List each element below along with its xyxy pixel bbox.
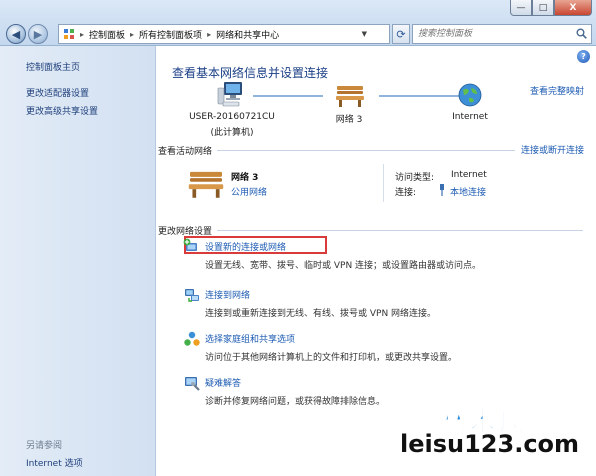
- title-bar: — □ X ◀ ▶ ▸ 控制面板 ▸ 所有控制面板项 ▸ 网络和共享中心 ▼ ⟳: [0, 0, 596, 46]
- window-controls: — □ X: [510, 0, 592, 16]
- refresh-button[interactable]: ⟳: [392, 24, 410, 44]
- forward-button[interactable]: ▶: [28, 24, 48, 44]
- address-dropdown-icon[interactable]: ▼: [362, 30, 367, 38]
- access-type-value: Internet: [451, 170, 487, 180]
- map-network-name: 网络 3: [335, 115, 363, 125]
- sidebar-item-internet-options[interactable]: Internet 选项: [26, 456, 83, 469]
- access-type-label: 访问类型:: [395, 173, 435, 183]
- computer-icon: [217, 80, 245, 111]
- task-new-connection: 设置新的连接或网络 设置无线、宽带、拨号、临时或 VPN 连接；或设置路由器或访…: [183, 238, 583, 274]
- connect-disconnect-link[interactable]: 连接或断开连接: [521, 143, 584, 156]
- lan-connection-link[interactable]: 本地连接: [450, 185, 486, 198]
- homegroup-icon: [183, 330, 201, 348]
- help-icon[interactable]: ?: [577, 50, 590, 63]
- sidebar-item-adapter-settings[interactable]: 更改适配器设置: [26, 86, 89, 99]
- back-button[interactable]: ◀: [6, 24, 26, 44]
- maximize-button[interactable]: □: [532, 0, 554, 16]
- map-connection-line: [379, 95, 459, 97]
- troubleshoot-icon: [183, 374, 201, 392]
- task-homegroup: 选择家庭组和共享选项 访问位于其他网络计算机上的文件和打印机，或更改共享设置。: [183, 330, 583, 366]
- sidebar-item-advanced-sharing[interactable]: 更改高级共享设置: [26, 104, 98, 117]
- back-arrow-icon: ◀: [11, 27, 21, 41]
- task-description: 诊断并修复网络问题，或获得故障排除信息。: [205, 397, 386, 407]
- breadcrumb-separator: ▸: [80, 29, 85, 39]
- lan-connection-icon: [437, 184, 447, 199]
- setup-new-connection-link[interactable]: 设置新的连接或网络: [205, 240, 286, 253]
- task-connect-network: 连接到网络 连接到或重新连接到无线、有线、拨号或 VPN 网络连接。: [183, 286, 583, 322]
- search-input[interactable]: [413, 25, 569, 43]
- page-title: 查看基本网络信息并设置连接: [172, 66, 329, 80]
- troubleshoot-link[interactable]: 疑难解答: [205, 376, 241, 389]
- breadcrumb-separator: ▸: [207, 29, 212, 39]
- watermark: 雨林木风 leisu123.com: [396, 398, 596, 476]
- breadcrumb-all-items[interactable]: 所有控制面板项: [139, 28, 202, 41]
- network-type-link[interactable]: 公用网络: [231, 185, 267, 198]
- connections-label: 连接:: [395, 188, 417, 198]
- section-divider: [217, 230, 583, 231]
- section-divider: [217, 150, 515, 151]
- homegroup-sharing-link[interactable]: 选择家庭组和共享选项: [205, 332, 295, 345]
- control-panel-icon: [63, 28, 75, 40]
- see-also-label: 另请参阅: [26, 441, 63, 451]
- sidebar: 控制面板主页 更改适配器设置 更改高级共享设置 另请参阅 Internet 选项: [0, 46, 156, 476]
- active-network-name: 网络 3: [231, 173, 259, 183]
- refresh-icon: ⟳: [396, 27, 406, 41]
- computer-name: USER-20160721CU: [189, 112, 275, 122]
- watermark-url: leisu123.com: [400, 430, 580, 458]
- forward-arrow-icon: ▶: [33, 27, 43, 41]
- internet-globe-icon: [457, 82, 483, 111]
- vertical-divider: [383, 164, 384, 202]
- task-description: 设置无线、宽带、拨号、临时或 VPN 连接；或设置路由器或访问点。: [205, 261, 482, 271]
- view-full-map-link[interactable]: 查看完整映射: [530, 84, 584, 97]
- map-connection-line: [253, 95, 323, 97]
- bench-network-icon: [335, 82, 365, 111]
- search-icon[interactable]: [576, 28, 587, 39]
- task-description: 访问位于其他网络计算机上的文件和打印机，或更改共享设置。: [205, 353, 458, 363]
- new-connection-icon: [183, 238, 201, 256]
- breadcrumb-separator: ▸: [130, 29, 135, 39]
- search-box[interactable]: [412, 24, 592, 44]
- bench-network-icon: [187, 167, 225, 202]
- connect-to-network-link[interactable]: 连接到网络: [205, 288, 250, 301]
- minimize-button[interactable]: —: [510, 0, 532, 16]
- active-networks-heading: 查看活动网络: [158, 147, 213, 157]
- map-internet-label: Internet: [452, 112, 488, 122]
- sidebar-item-control-panel-home[interactable]: 控制面板主页: [26, 60, 80, 73]
- connect-network-icon: [183, 286, 201, 304]
- computer-sub: (此计算机): [210, 128, 254, 138]
- task-description: 连接到或重新连接到无线、有线、拨号或 VPN 网络连接。: [205, 309, 437, 319]
- breadcrumb-network-center[interactable]: 网络和共享中心: [216, 28, 279, 41]
- address-bar[interactable]: ▸ 控制面板 ▸ 所有控制面板项 ▸ 网络和共享中心 ▼: [58, 24, 390, 44]
- close-button[interactable]: X: [554, 0, 592, 16]
- breadcrumb-control-panel[interactable]: 控制面板: [89, 28, 125, 41]
